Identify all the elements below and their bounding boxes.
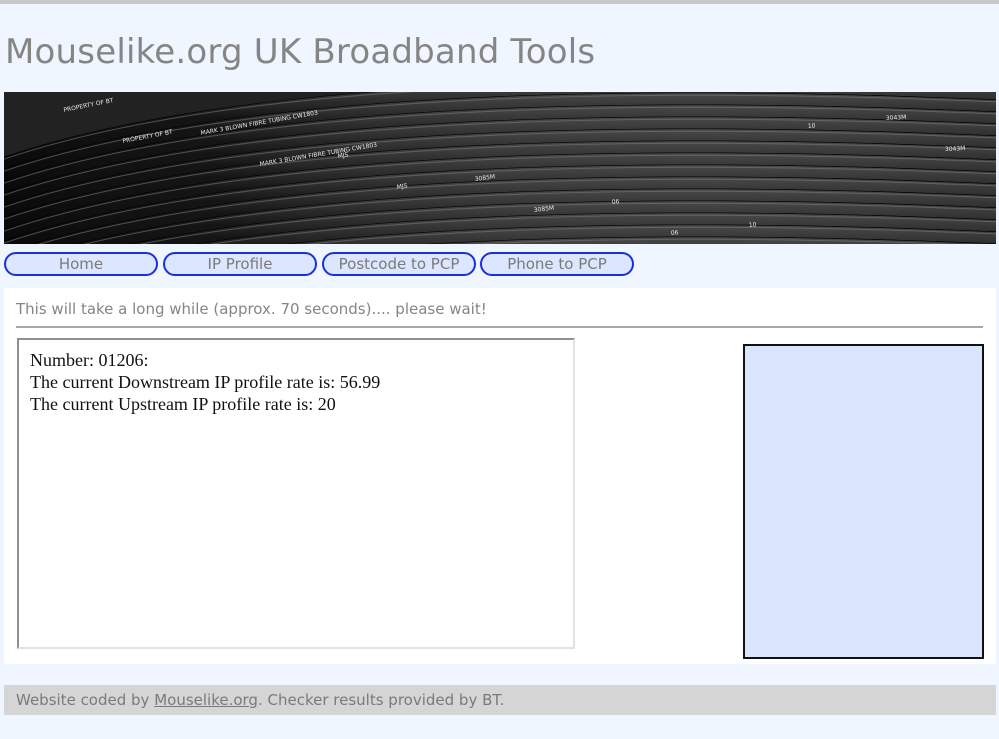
cable-print-text: 10 — [749, 221, 757, 229]
cable-print-text: 3043M — [945, 145, 966, 153]
nav-phone-to-pcp-button[interactable]: Phone to PCP — [480, 252, 634, 276]
result-upstream-rate: The current Upstream IP profile rate is:… — [30, 394, 336, 414]
footer: Website coded by Mouselike.org. Checker … — [4, 685, 996, 715]
footer-link[interactable]: Mouselike.org — [154, 691, 258, 709]
results-textarea[interactable]: Number: 01206: The current Downstream IP… — [17, 338, 575, 649]
cable-print-text: 06 — [611, 198, 619, 206]
wait-message: This will take a long while (approx. 70 … — [16, 300, 487, 318]
side-panel — [743, 344, 984, 659]
banner-image: PROPERTY OF BT MARK 3 BLOWN FIBRE TUBING … — [4, 92, 996, 244]
fibre-cables-photo: PROPERTY OF BTMARK 3 BLOWN FIBRE TUBING … — [4, 92, 996, 244]
nav-ip-profile-button[interactable]: IP Profile — [163, 252, 317, 276]
footer-prefix: Website coded by — [16, 691, 155, 709]
cable-print-text: 10 — [808, 122, 816, 130]
divider — [16, 326, 983, 328]
cable-print-text: 06 — [671, 229, 679, 237]
footer-suffix: . Checker results provided by BT. — [257, 691, 505, 709]
site-title: Mouselike.org UK Broadband Tools — [5, 32, 596, 72]
nav-postcode-to-pcp-button[interactable]: Postcode to PCP — [322, 252, 476, 276]
main-content: This will take a long while (approx. 70 … — [4, 288, 996, 664]
nav-home-button[interactable]: Home — [4, 252, 158, 276]
cable-print-text: 3043M — [886, 114, 907, 122]
result-downstream-rate: The current Downstream IP profile rate i… — [30, 372, 381, 392]
result-number: Number: 01206: — [30, 350, 149, 370]
top-border — [0, 0, 999, 4]
